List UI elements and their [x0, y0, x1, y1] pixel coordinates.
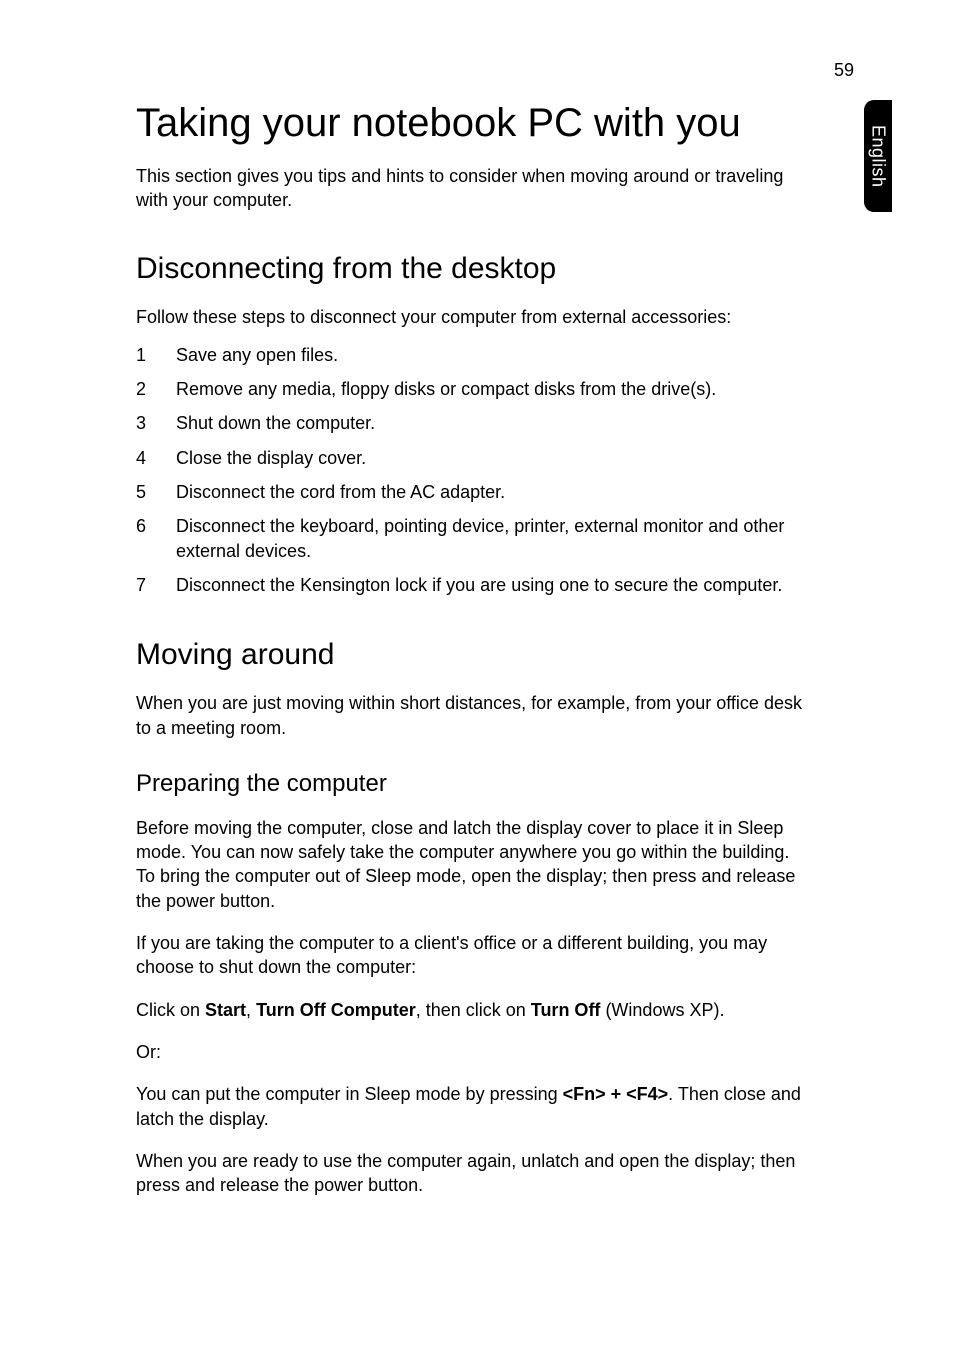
step-text: Shut down the computer.	[176, 411, 806, 435]
list-item: 6Disconnect the keyboard, pointing devic…	[136, 514, 806, 563]
text-run: You can put the computer in Sleep mode b…	[136, 1084, 563, 1104]
step-text: Disconnect the cord from the AC adapter.	[176, 480, 806, 504]
page-number: 59	[834, 60, 854, 81]
list-item: 2Remove any media, floppy disks or compa…	[136, 377, 806, 401]
text-run: (Windows XP).	[600, 1000, 724, 1020]
list-item: 1Save any open files.	[136, 343, 806, 367]
step-text: Disconnect the Kensington lock if you ar…	[176, 573, 806, 597]
text-run: ,	[246, 1000, 256, 1020]
body-paragraph: When you are ready to use the computer a…	[136, 1149, 806, 1198]
step-number: 4	[136, 446, 176, 470]
intro-paragraph: This section gives you tips and hints to…	[136, 164, 806, 213]
bold-text: Turn Off	[531, 1000, 601, 1020]
language-tab: English	[864, 100, 892, 212]
step-number: 3	[136, 411, 176, 435]
step-number: 7	[136, 573, 176, 597]
body-paragraph: Click on Start, Turn Off Computer, then …	[136, 998, 806, 1022]
bold-text: Turn Off Computer	[256, 1000, 416, 1020]
page-title: Taking your notebook PC with you	[136, 100, 806, 146]
section-heading-moving: Moving around	[136, 637, 806, 673]
step-text: Close the display cover.	[176, 446, 806, 470]
step-text: Save any open files.	[176, 343, 806, 367]
section-heading-disconnecting: Disconnecting from the desktop	[136, 251, 806, 287]
section-lead: When you are just moving within short di…	[136, 691, 806, 740]
subsection-heading-preparing: Preparing the computer	[136, 770, 806, 798]
bold-text: <Fn> + <F4>	[563, 1084, 669, 1104]
list-item: 4Close the display cover.	[136, 446, 806, 470]
step-number: 2	[136, 377, 176, 401]
text-run: , then click on	[416, 1000, 531, 1020]
list-item: 3Shut down the computer.	[136, 411, 806, 435]
list-item: 5Disconnect the cord from the AC adapter…	[136, 480, 806, 504]
list-item: 7Disconnect the Kensington lock if you a…	[136, 573, 806, 597]
body-paragraph: Before moving the computer, close and la…	[136, 816, 806, 913]
step-number: 6	[136, 514, 176, 563]
body-paragraph: Or:	[136, 1040, 806, 1064]
body-paragraph: If you are taking the computer to a clie…	[136, 931, 806, 980]
step-text: Remove any media, floppy disks or compac…	[176, 377, 806, 401]
body-paragraph: You can put the computer in Sleep mode b…	[136, 1082, 806, 1131]
bold-text: Start	[205, 1000, 246, 1020]
language-tab-label: English	[868, 125, 889, 188]
step-text: Disconnect the keyboard, pointing device…	[176, 514, 806, 563]
page-content: Taking your notebook PC with you This se…	[136, 100, 806, 1215]
step-number: 1	[136, 343, 176, 367]
text-run: Click on	[136, 1000, 205, 1020]
step-number: 5	[136, 480, 176, 504]
section-lead: Follow these steps to disconnect your co…	[136, 305, 806, 329]
steps-list: 1Save any open files. 2Remove any media,…	[136, 343, 806, 597]
